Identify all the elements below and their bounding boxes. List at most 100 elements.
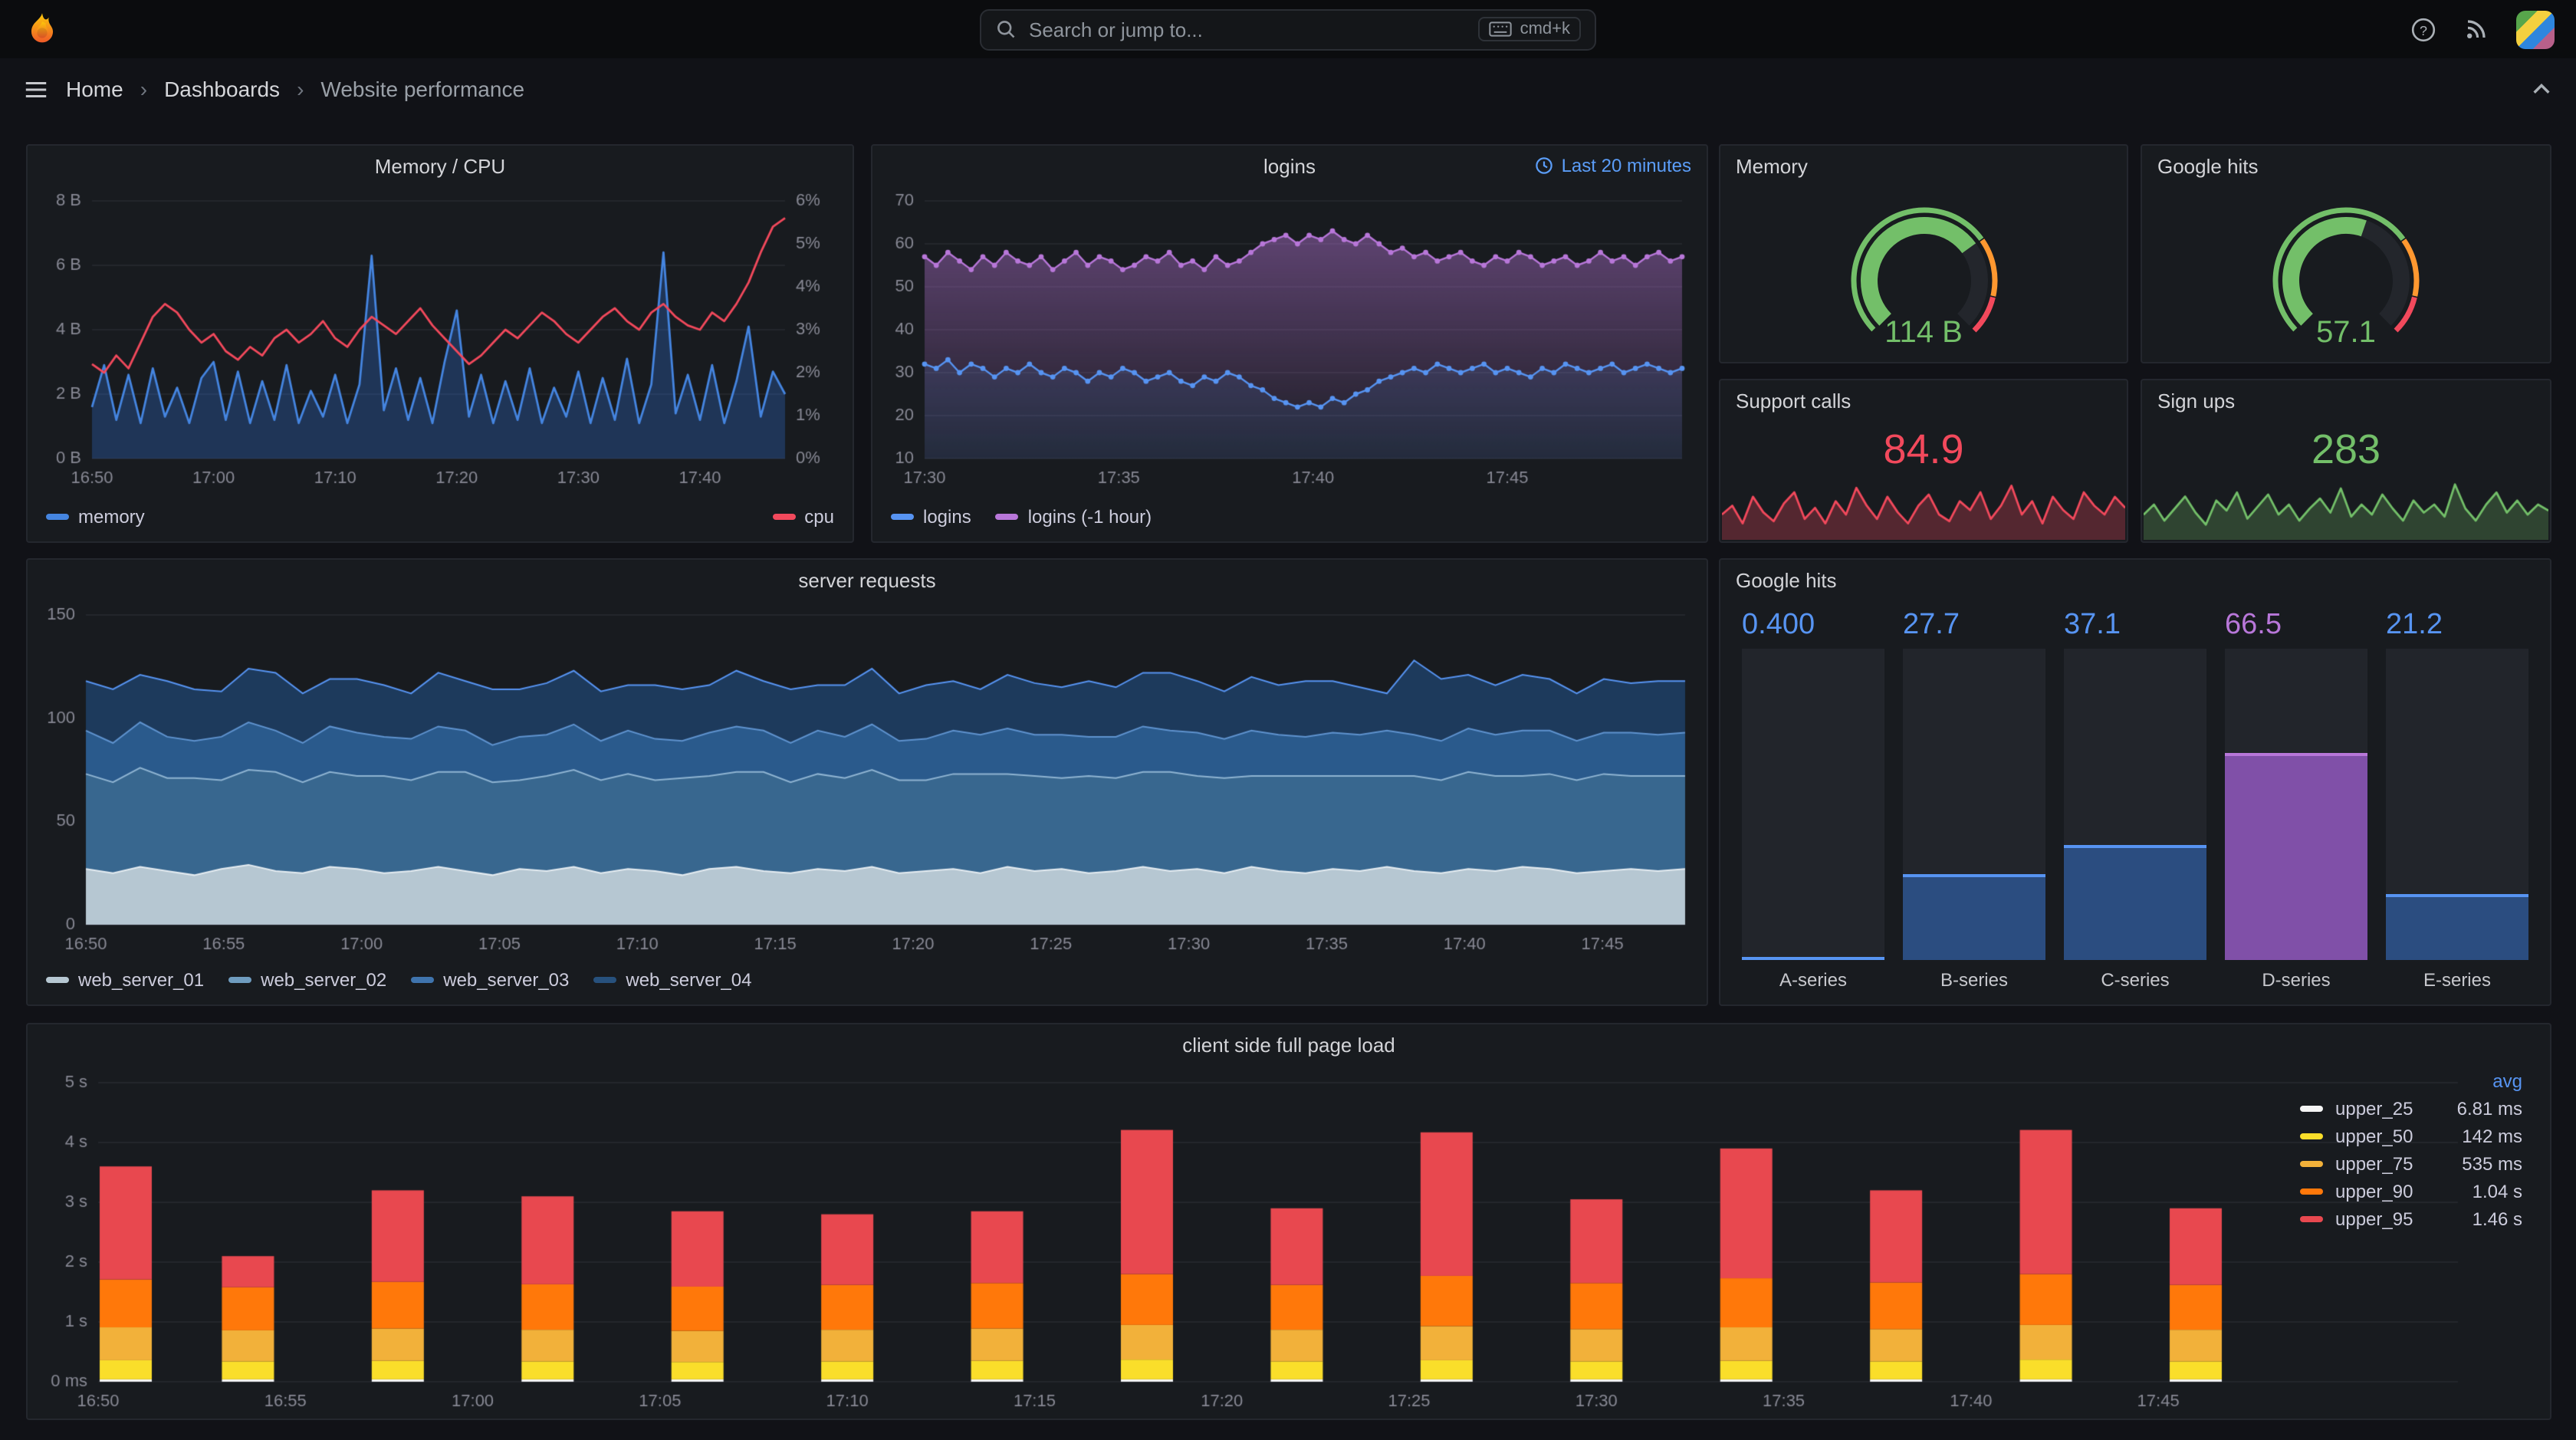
- grafana-logo[interactable]: [21, 9, 61, 49]
- panel-title-sign-ups[interactable]: Sign ups: [2157, 389, 2235, 412]
- panel-title-memory[interactable]: Memory: [1736, 154, 1808, 177]
- memory-gauge: 114 B: [1816, 194, 2031, 353]
- bar-gauge-value: 37.1: [2064, 609, 2121, 641]
- legend-item-web_server_03[interactable]: web_server_03: [411, 969, 569, 991]
- legend-avg-value: 1.46 s: [2472, 1208, 2522, 1230]
- panel-title-memory-cpu[interactable]: Memory / CPU: [375, 154, 505, 177]
- top-nav: cmd+k ?: [0, 0, 2576, 58]
- bar-gauge-b-series[interactable]: 27.7 B-series: [1903, 606, 2045, 992]
- breadcrumb-separator: ›: [140, 77, 148, 101]
- legend-item-memory[interactable]: memory: [46, 506, 145, 528]
- shortcut-badge: cmd+k: [1478, 17, 1581, 41]
- search-box[interactable]: cmd+k: [980, 8, 1596, 50]
- legend-label: web_server_03: [443, 969, 570, 991]
- legend-item-logins[interactable]: logins: [891, 506, 971, 528]
- sign-ups-value: 283: [2311, 426, 2381, 472]
- bar-gauge-label: D-series: [2262, 969, 2331, 991]
- panel-google-hits-bars: Google hits 0.400 A-series 27.7 B-series 37.…: [1719, 558, 2551, 1006]
- search-input[interactable]: [1029, 18, 1467, 41]
- support-calls-body: 84.9: [1720, 420, 2127, 541]
- legend-swatch: [2300, 1161, 2323, 1167]
- legend-label: web_server_01: [78, 969, 205, 991]
- help-icon[interactable]: ?: [2410, 16, 2436, 42]
- bar-gauge-fill: [1903, 873, 2045, 960]
- legend-item-web_server_02[interactable]: web_server_02: [228, 969, 386, 991]
- news-rss-icon[interactable]: [2464, 17, 2489, 41]
- support-calls-spark[interactable]: [1722, 463, 2125, 540]
- panel-support-calls: Support calls 84.9: [1719, 379, 2128, 543]
- panel-title-google-hits-bars[interactable]: Google hits: [1736, 568, 1837, 591]
- legend-item-upper_75[interactable]: upper_75 535 ms: [2300, 1153, 2522, 1175]
- legend-avg-value: 142 ms: [2462, 1126, 2522, 1147]
- bar-gauge-fill: [2225, 753, 2367, 960]
- bar-gauge-a-series[interactable]: 0.400 A-series: [1742, 606, 1884, 992]
- bar-gauge-fill: [2064, 844, 2206, 960]
- legend-label: upper_95: [2335, 1208, 2413, 1230]
- panel-server-requests: server requests web_server_01 web_server_…: [26, 558, 1708, 1006]
- legend-item-upper_95[interactable]: upper_95 1.46 s: [2300, 1208, 2522, 1230]
- client-load-chart[interactable]: [28, 1064, 2550, 1419]
- legend-avg-value: 6.81 ms: [2456, 1098, 2522, 1119]
- google-gauge-value: 57.1: [2316, 315, 2376, 349]
- panel-title-support-calls[interactable]: Support calls: [1736, 389, 1851, 412]
- time-range-badge[interactable]: Last 20 minutes: [1536, 146, 1691, 186]
- breadcrumb-bar: Home › Dashboards › Website performance: [0, 58, 2576, 120]
- bar-gauge-d-series[interactable]: 66.5 D-series: [2225, 606, 2367, 992]
- search-icon: [997, 21, 1015, 38]
- legend-label: upper_90: [2335, 1181, 2413, 1202]
- support-calls-value: 84.9: [1883, 426, 1964, 472]
- user-avatar[interactable]: [2516, 10, 2555, 48]
- bar-gauge-track: [1903, 649, 2045, 960]
- bar-gauge-label: C-series: [2101, 969, 2170, 991]
- panel-memory-cpu: Memory / CPU memory cpu: [26, 144, 854, 543]
- svg-text:?: ?: [2420, 22, 2427, 38]
- bar-gauge-c-series[interactable]: 37.1 C-series: [2064, 606, 2206, 992]
- legend-label: cpu: [804, 506, 834, 528]
- bar-gauge-e-series[interactable]: 21.2 E-series: [2386, 606, 2528, 992]
- breadcrumb-dashboards[interactable]: Dashboards: [164, 77, 280, 101]
- sign-ups-body: 283: [2142, 420, 2550, 541]
- bar-gauge-value: 0.400: [1742, 609, 1815, 641]
- server-requests-chart[interactable]: [28, 600, 1707, 962]
- legend-item-cpu[interactable]: cpu: [772, 506, 834, 528]
- legend-swatch: [2300, 1188, 2323, 1195]
- legend-item-web_server_04[interactable]: web_server_04: [593, 969, 752, 991]
- sign-ups-spark[interactable]: [2144, 463, 2548, 540]
- legend-item-web_server_01[interactable]: web_server_01: [46, 969, 204, 991]
- breadcrumb-home[interactable]: Home: [66, 77, 123, 101]
- bar-gauge-label: A-series: [1779, 969, 1847, 991]
- google-hits-gauge: 57.1: [2239, 194, 2453, 353]
- chevron-up-icon[interactable]: [2530, 77, 2553, 100]
- panel-title-client-load[interactable]: client side full page load: [1182, 1033, 1395, 1056]
- panel-memory-gauge: Memory 114 B: [1719, 144, 2128, 363]
- shortcut-label: cmd+k: [1520, 20, 1570, 38]
- memory-cpu-chart[interactable]: [28, 186, 853, 498]
- legend-avg-value: 535 ms: [2462, 1153, 2522, 1175]
- memory-cpu-legend: memory cpu: [28, 498, 853, 541]
- memory-gauge-value: 114 B: [1884, 315, 1963, 349]
- legend-swatch: [2300, 1106, 2323, 1112]
- legend-swatch: [593, 977, 617, 983]
- bar-gauge-track: [1742, 649, 1884, 960]
- logins-chart[interactable]: [872, 186, 1707, 498]
- legend-item-upper_25[interactable]: upper_25 6.81 ms: [2300, 1098, 2522, 1119]
- legend-swatch: [995, 514, 1019, 520]
- panel-logins: logins Last 20 minutes logins logins (-1 …: [871, 144, 1708, 543]
- legend-swatch: [891, 514, 914, 520]
- google-hits-bars: 0.400 A-series 27.7 B-series 37.1 C-series 66.…: [1720, 600, 2550, 1004]
- bar-gauge-value: 66.5: [2225, 609, 2282, 641]
- grafana-flame-icon: [30, 12, 53, 42]
- legend-item-logins-1-hour-[interactable]: logins (-1 hour): [995, 506, 1152, 528]
- grafana-dashboard: cmd+k ? Home › Dashboards › Website pe: [0, 0, 2576, 1440]
- panel-title-logins[interactable]: logins: [1263, 154, 1316, 177]
- nav-right-group: ?: [2410, 10, 2555, 48]
- bar-gauge-value: 21.2: [2386, 609, 2443, 641]
- bar-gauge-label: B-series: [1940, 969, 2008, 991]
- legend-item-upper_50[interactable]: upper_50 142 ms: [2300, 1126, 2522, 1147]
- legend-avg-value: 1.04 s: [2472, 1181, 2522, 1202]
- legend-item-upper_90[interactable]: upper_90 1.04 s: [2300, 1181, 2522, 1202]
- legend-label: upper_50: [2335, 1126, 2413, 1147]
- menu-toggle-icon[interactable]: [23, 76, 49, 102]
- panel-title-server-requests[interactable]: server requests: [798, 568, 935, 591]
- panel-title-google-hits[interactable]: Google hits: [2157, 154, 2259, 177]
